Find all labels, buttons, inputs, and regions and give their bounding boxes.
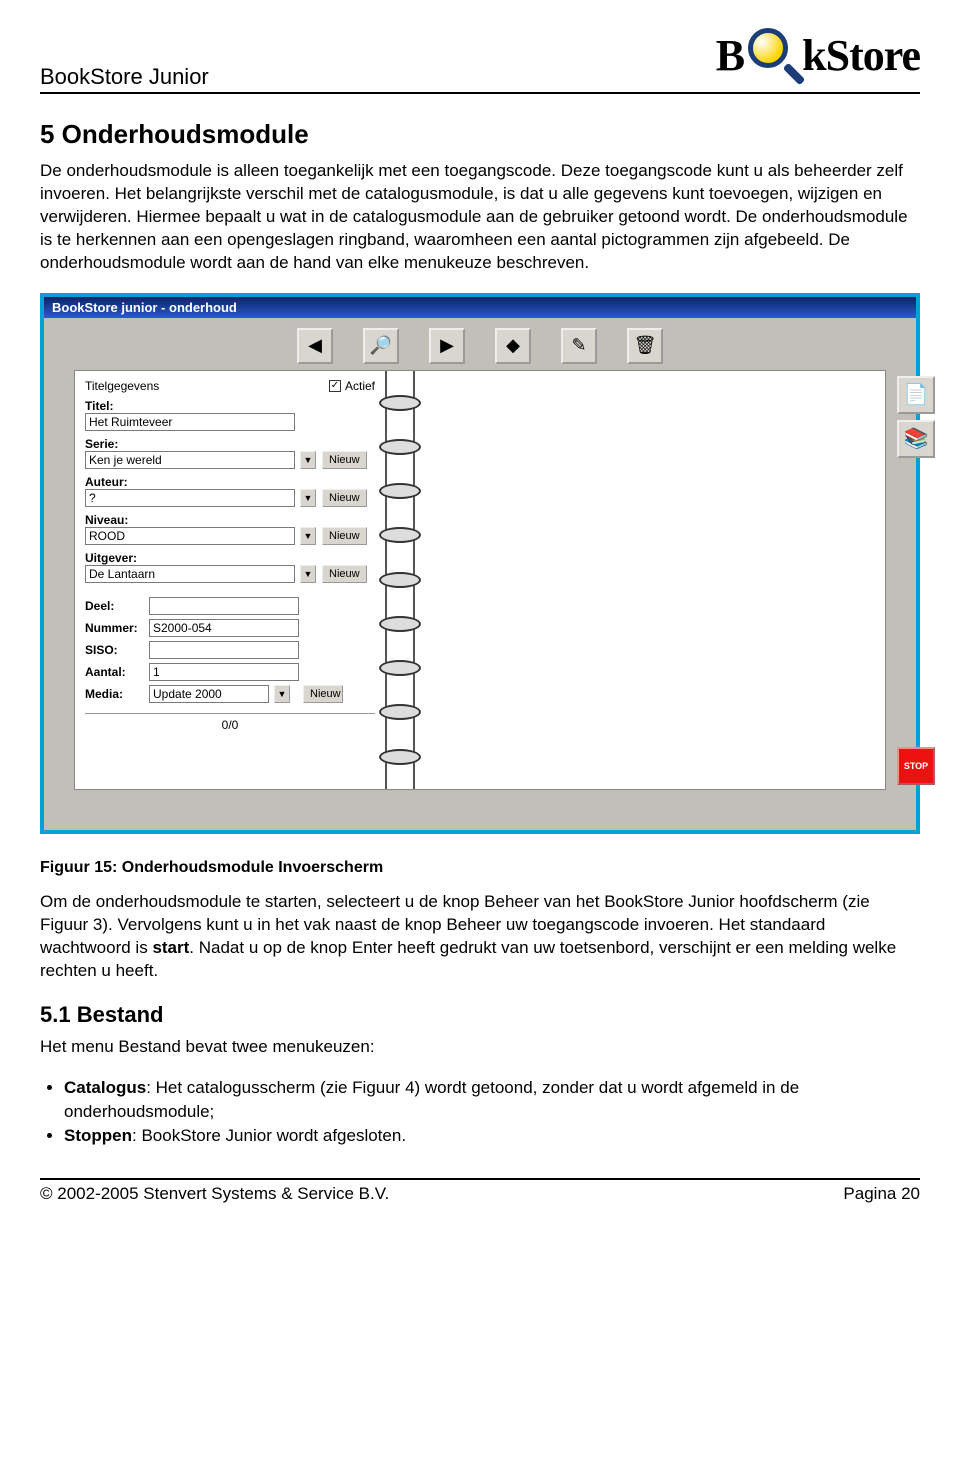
bookstore-logo: B kStore	[716, 20, 920, 90]
nummer-input[interactable]	[149, 619, 299, 637]
bullet-bold: Catalogus	[64, 1078, 146, 1097]
app-screenshot-frame: BookStore junior - onderhoud ◀ 🔎 ▶ ◆ ✎ 🗑…	[40, 293, 920, 834]
titel-label: Titel:	[85, 399, 375, 413]
toolbar-tag-button[interactable]: ◆	[495, 328, 531, 364]
media-nieuw-button[interactable]: Nieuw	[303, 685, 343, 703]
nummer-label: Nummer:	[85, 621, 145, 635]
magnifier-icon	[738, 20, 808, 90]
uitgever-input[interactable]	[85, 565, 295, 583]
section-5-intro: De onderhoudsmodule is alleen toegankeli…	[40, 160, 920, 275]
list-item: Stoppen: BookStore Junior wordt afgeslot…	[64, 1124, 920, 1148]
chevron-down-icon[interactable]: ▼	[300, 565, 316, 583]
uitgever-label: Uitgever:	[85, 551, 375, 565]
media-input[interactable]	[149, 685, 269, 703]
logo-text-right: kStore	[802, 30, 920, 81]
bestand-menu-list: Catalogus: Het catalogusscherm (zie Figu…	[40, 1076, 920, 1147]
chevron-down-icon[interactable]: ▼	[300, 489, 316, 507]
actief-checkbox[interactable]: ✓ Actief	[329, 379, 375, 393]
chevron-down-icon[interactable]: ▼	[300, 527, 316, 545]
serie-nieuw-button[interactable]: Nieuw	[322, 451, 367, 469]
after-figure-paragraph: Om de onderhoudsmodule te starten, selec…	[40, 891, 920, 983]
app-toolbar: ◀ 🔎 ▶ ◆ ✎ 🗑	[74, 328, 886, 364]
niveau-input[interactable]	[85, 527, 295, 545]
siso-input[interactable]	[149, 641, 299, 659]
doc-header: BookStore Junior B kStore	[40, 20, 920, 94]
actief-label: Actief	[345, 379, 375, 393]
pager-label: 0/0	[85, 713, 375, 732]
side-books-icon[interactable]: 📚	[897, 420, 935, 458]
list-item: Catalogus: Het catalogusscherm (zie Figu…	[64, 1076, 920, 1124]
uitgever-nieuw-button[interactable]: Nieuw	[322, 565, 367, 583]
section-5-1-intro: Het menu Bestand bevat twee menukeuzen:	[40, 1036, 920, 1059]
footer-copyright: © 2002-2005 Stenvert Systems & Service B…	[40, 1184, 389, 1204]
toolbar-next-button[interactable]: ▶	[429, 328, 465, 364]
auteur-label: Auteur:	[85, 475, 375, 489]
chevron-down-icon[interactable]: ▼	[274, 685, 290, 703]
section-5-heading: 5 Onderhoudsmodule	[40, 119, 920, 150]
toolbar-search-button[interactable]: 🔎	[363, 328, 399, 364]
auteur-input[interactable]	[85, 489, 295, 507]
toolbar-delete-button[interactable]: 🗑	[627, 328, 663, 364]
serie-label: Serie:	[85, 437, 375, 451]
serie-input[interactable]	[85, 451, 295, 469]
deel-input[interactable]	[149, 597, 299, 615]
section-5-1-heading: 5.1 Bestand	[40, 1002, 920, 1028]
section-label-titelgegevens: Titelgegevens	[85, 379, 159, 393]
password-start: start	[152, 938, 189, 957]
side-note-icon[interactable]: 📄	[897, 376, 935, 414]
aantal-input[interactable]	[149, 663, 299, 681]
niveau-label: Niveau:	[85, 513, 375, 527]
toolbar-edit-button[interactable]: ✎	[561, 328, 597, 364]
figure-15-caption: Figuur 15: Onderhoudsmodule Invoerscherm	[40, 859, 920, 877]
siso-label: SISO:	[85, 643, 145, 657]
toolbar-prev-button[interactable]: ◀	[297, 328, 333, 364]
auteur-nieuw-button[interactable]: Nieuw	[322, 489, 367, 507]
binder-left-page: Titelgegevens ✓ Actief Titel: Serie: ▼ N…	[75, 371, 385, 789]
doc-title: BookStore Junior	[40, 64, 209, 90]
footer-page: Pagina 20	[843, 1184, 920, 1204]
deel-label: Deel:	[85, 599, 145, 613]
bullet-rest: : BookStore Junior wordt afgesloten.	[132, 1126, 406, 1145]
binder-right-page: 📄 📚 STOP	[415, 371, 885, 789]
titel-input[interactable]	[85, 413, 295, 431]
bullet-bold: Stoppen	[64, 1126, 132, 1145]
aantal-label: Aantal:	[85, 665, 145, 679]
doc-footer: © 2002-2005 Stenvert Systems & Service B…	[40, 1178, 920, 1204]
binder-rings	[385, 371, 415, 789]
checkbox-icon: ✓	[329, 380, 341, 392]
binder: Titelgegevens ✓ Actief Titel: Serie: ▼ N…	[74, 370, 886, 790]
app-window-title: BookStore junior - onderhoud	[44, 297, 916, 318]
stop-button[interactable]: STOP	[897, 747, 935, 785]
chevron-down-icon[interactable]: ▼	[300, 451, 316, 469]
niveau-nieuw-button[interactable]: Nieuw	[322, 527, 367, 545]
bullet-rest: : Het catalogusscherm (zie Figuur 4) wor…	[64, 1078, 799, 1121]
media-label: Media:	[85, 687, 145, 701]
